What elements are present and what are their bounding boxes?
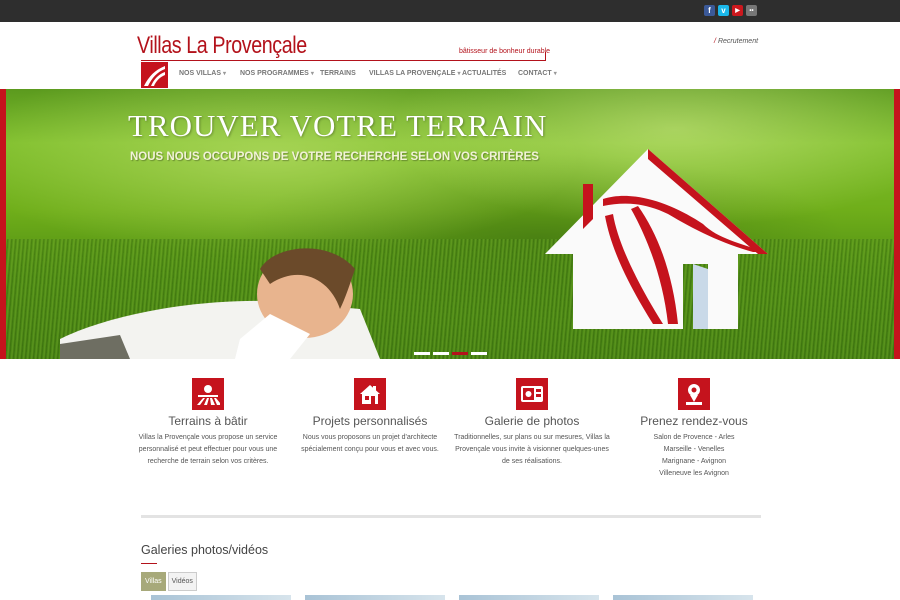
chevron-down-icon: ▾ [310,71,314,77]
chevron-down-icon: ▾ [457,71,461,77]
nav-label: NOS VILLAS [179,70,222,77]
social-links: f v ▶ •• [704,5,757,16]
field-icon [192,378,224,410]
tab-villas[interactable]: Villas [141,572,166,591]
appointment-icon [678,378,710,410]
hero-border-left [0,89,6,359]
gallery-title: Galeries photos/vidéos [141,543,269,557]
gallery-thumbnail[interactable] [151,595,291,600]
facebook-icon[interactable]: f [704,5,715,16]
feature-description: Villas la Provençale vous propose un ser… [138,434,278,465]
feature-rendez-vous[interactable]: Prenez rendez-vous Salon de Provence - A… [614,378,774,480]
recrutement-link[interactable]: / Recrutement [714,38,758,45]
vimeo-icon[interactable]: v [718,5,729,16]
feature-galerie[interactable]: Galerie de photos Traditionnelles, sur p… [452,378,612,468]
top-bar: f v ▶ •• [0,0,900,22]
nav-label: NOS PROGRAMMES [240,70,309,77]
nav-actualites[interactable]: ACTUALITÉS [462,70,518,77]
feature-title: Terrains à bâtir [168,414,248,428]
gallery-thumbnail[interactable] [459,595,599,600]
site-tagline: bâtisseur de bonheur durable [459,48,551,55]
nav-label: TERRAINS [320,70,356,77]
gallery-title-underline [141,563,157,564]
site-logo[interactable]: Villas La Provençale [137,32,307,60]
feature-title: Galerie de photos [484,414,580,428]
chevron-down-icon: ▾ [223,71,227,77]
feature-title: Prenez rendez-vous [640,414,748,428]
slider-pagination [414,352,487,355]
feature-description: Salon de Provence - Arles Marseille - Ve… [653,434,735,477]
recrutement-label: Recrutement [717,38,759,45]
nav-contact[interactable]: CONTACT ▾ [518,70,557,77]
nav-villas-la-provencale[interactable]: VILLAS LA PROVENÇALE ▾ [369,70,462,77]
slider-dot[interactable] [433,352,449,355]
site-header: Villas La Provençale bâtisseur de bonheu… [0,22,900,89]
hero-slider[interactable]: TROUVER VOTRE TERRAIN NOUS NOUS OCCUPONS… [0,89,900,359]
logo-mark-icon[interactable] [141,62,168,88]
section-divider [141,515,761,518]
feature-title: Projets personnalisés [312,414,428,428]
nav-nos-programmes[interactable]: NOS PROGRAMMES ▾ [240,70,320,77]
house-icon [354,378,386,410]
hero-border-right [894,89,900,359]
tab-videos[interactable]: Vidéos [167,572,197,591]
slider-dot-active[interactable] [452,352,468,355]
feature-terrains[interactable]: Terrains à bâtir Villas la Provençale vo… [128,378,288,468]
chevron-down-icon: ▾ [553,71,557,77]
feature-description: Nous vous proposons un projet d'architec… [301,434,439,453]
slider-dot[interactable] [414,352,430,355]
slider-dot[interactable] [471,352,487,355]
gallery-thumbnail[interactable] [613,595,753,600]
hero-subtitle: NOUS NOUS OCCUPONS DE VOTRE RECHERCHE SE… [130,151,539,163]
child-image [60,248,380,359]
nav-terrains[interactable]: TERRAINS [320,70,369,77]
nav-label: CONTACT [518,70,552,77]
photo-gallery-icon [516,378,548,410]
house-illustration [545,149,768,329]
nav-label: VILLAS LA PROVENÇALE [369,70,456,77]
youtube-icon[interactable]: ▶ [732,5,743,16]
nav-label: ACTUALITÉS [462,70,507,77]
feature-projets[interactable]: Projets personnalisés Nous vous proposon… [290,378,450,456]
gallery-tabs: Villas Vidéos [141,572,197,591]
gallery-thumbnail[interactable] [305,595,445,600]
gallery-thumbnails [151,595,753,600]
hero-title: TROUVER VOTRE TERRAIN [128,108,548,143]
feature-description: Traditionnelles, sur plans ou sur mesure… [454,434,610,465]
nav-nos-villas[interactable]: NOS VILLAS ▾ [179,70,240,77]
flickr-icon[interactable]: •• [746,5,757,16]
logo-underline [141,60,546,61]
main-nav: NOS VILLAS ▾ NOS PROGRAMMES ▾ TERRAINS VIL… [179,70,557,77]
